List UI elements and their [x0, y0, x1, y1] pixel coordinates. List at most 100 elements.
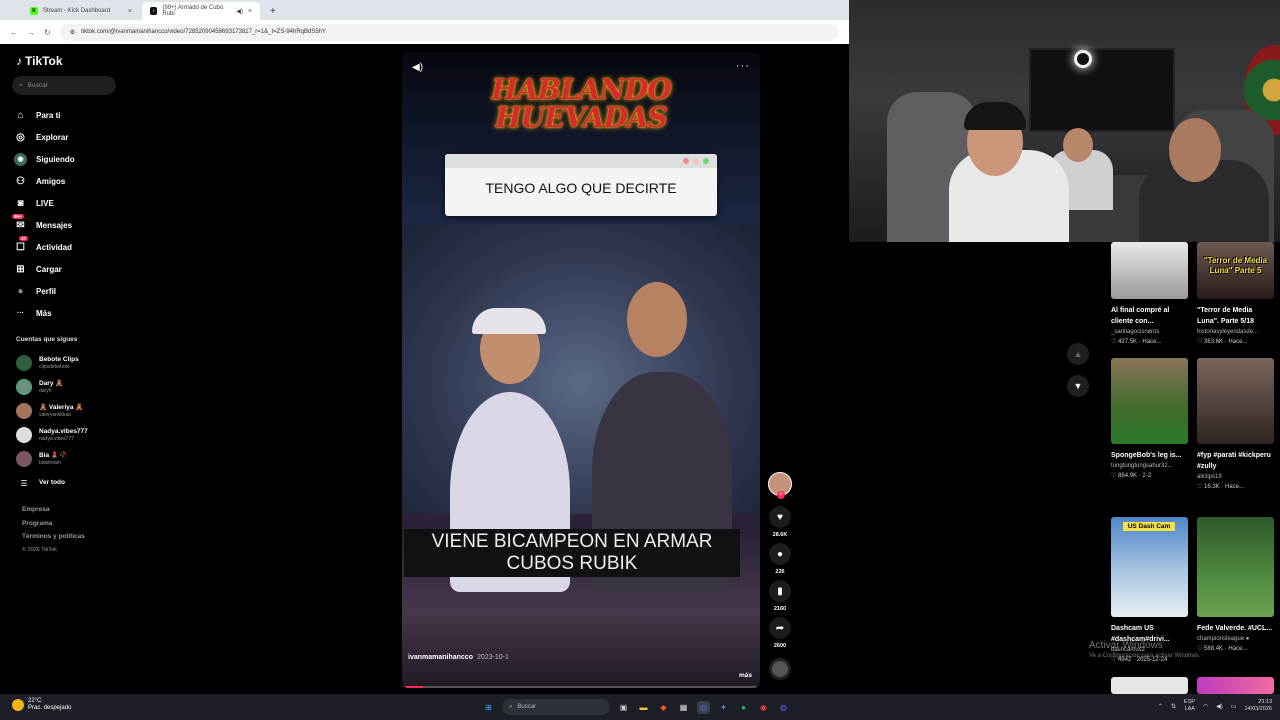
recommended-card[interactable]: Fede Valverde. #UCL... championsleague ●…	[1197, 517, 1274, 654]
battery-icon[interactable]: ▭	[1231, 703, 1237, 710]
more-options-icon[interactable]: ···	[736, 60, 750, 72]
reload-icon[interactable]: ↻	[44, 28, 51, 37]
windows-activation-watermark: Activar Windows Ve a Configuración para …	[1089, 640, 1201, 659]
following-account[interactable]: Bia 💄🥀 biastream	[16, 447, 88, 471]
teams-icon[interactable]: ✦	[717, 701, 730, 714]
site-info-icon[interactable]: ⚙	[70, 29, 75, 36]
webcam-person-left-hair	[964, 102, 1026, 130]
following-section-title: Cuentas que sigues	[16, 336, 78, 343]
tab-tiktok-video[interactable]: ♪ (99+) Armado de Cubo Rubi ◀) ×	[142, 2, 260, 20]
follow-plus-icon[interactable]: +	[777, 491, 785, 499]
search-icon: ⌕	[19, 81, 23, 89]
recommended-card[interactable]: SpongeBob's leg is... tungtungtungsahur3…	[1111, 358, 1188, 481]
taskbar-search[interactable]: ⌕ Buscar	[502, 699, 610, 715]
nav-para-ti[interactable]: ⌂ Para ti	[14, 104, 75, 126]
nav-perfil[interactable]: ● Perfil	[14, 280, 75, 302]
chevron-up-icon[interactable]: ⌃	[1158, 703, 1163, 710]
tab-kick-dashboard[interactable]: K Stream - Kick Dashboard ×	[22, 2, 140, 20]
thumbnail	[1197, 358, 1274, 444]
language-indicator[interactable]: ESP LAA	[1184, 699, 1195, 713]
share-icon: ➦	[775, 622, 785, 634]
store-icon[interactable]: ▦	[677, 701, 690, 714]
windows-start-icon[interactable]: ⊞	[482, 701, 495, 714]
video-progress-fill	[402, 686, 424, 688]
recommended-card[interactable]: Al final compré al cliente con... _santi…	[1111, 242, 1188, 347]
close-icon[interactable]: ×	[128, 8, 132, 15]
comment-button[interactable]: ●	[769, 543, 791, 565]
url-field[interactable]: ⚙ tiktok.com/@ivanmamanihancco/video/728…	[59, 23, 839, 41]
forward-icon[interactable]: →	[27, 28, 35, 37]
network-icon[interactable]: ⇅	[1171, 703, 1176, 710]
following-account[interactable]: Nadya.vibes777 nadya.vibes777	[16, 423, 88, 447]
recommended-card[interactable]: "Terror de Media Luna" Parte 5 "Terror d…	[1197, 242, 1274, 347]
next-video-button[interactable]: ▼	[1067, 375, 1089, 397]
url-text: tiktok.com/@ivanmamanihancco/video/72852…	[81, 29, 327, 35]
nav-mas[interactable]: ··· Más	[14, 302, 75, 324]
wifi-icon[interactable]: ◠	[1203, 703, 1208, 710]
video-player[interactable]: HABLANDO HUEVADAS TENGO ALGO QUE DECIRTE…	[402, 52, 760, 688]
nav-siguiendo[interactable]: ◉ Siguiendo	[14, 148, 75, 170]
more-description-button[interactable]: más	[739, 672, 752, 679]
video-actions: + ♥ 28.6K ● 226 ▮ 2160 ➦ 2600	[766, 472, 794, 680]
webcam-person-back-head	[1063, 128, 1093, 162]
footer-link[interactable]: Términos y políticas	[22, 530, 85, 544]
creator-avatar[interactable]: +	[768, 472, 792, 499]
volume-icon[interactable]: ◀)	[412, 62, 423, 73]
messages-badge: 99+	[12, 213, 24, 219]
avatar	[16, 427, 32, 443]
footer-link[interactable]: Empresa	[22, 503, 85, 517]
video-date: 2023-10-1	[476, 654, 509, 661]
following-account[interactable]: Bebote Clips clipsdebebote	[16, 351, 88, 375]
like-button[interactable]: ♥	[769, 506, 791, 528]
back-icon[interactable]: ←	[10, 28, 18, 37]
nav-amigos[interactable]: ⚇ Amigos	[14, 170, 75, 192]
footer-links: Empresa Programa Términos y políticas © …	[22, 503, 85, 557]
task-view-icon[interactable]: ▣	[617, 701, 630, 714]
file-explorer-icon[interactable]: ▬	[637, 701, 650, 714]
nav-cargar[interactable]: ⊞ Cargar	[14, 258, 75, 280]
spotify-icon[interactable]: ●	[737, 701, 750, 714]
volume-icon[interactable]: ◀)	[1216, 703, 1223, 710]
see-all-button[interactable]: ☰ Ver todo	[16, 471, 88, 495]
following-account[interactable]: 🧸 Valeriya 🧸 valeryankkkaa	[16, 399, 88, 423]
speaker-icon[interactable]: ◀)	[236, 8, 243, 15]
share-button[interactable]: ➦	[769, 617, 791, 639]
nav-explorar[interactable]: ◎ Explorar	[14, 126, 75, 148]
thumbnail: US Dash Cam	[1111, 517, 1188, 617]
avatar	[16, 355, 32, 371]
close-icon[interactable]: ×	[248, 8, 252, 15]
new-tab-button[interactable]: +	[262, 2, 284, 20]
tiktok-logo[interactable]: ♪ TikTok	[16, 54, 63, 68]
upload-icon: ⊞	[16, 263, 25, 275]
main-nav: ⌂ Para ti ◎ Explorar ◉ Siguiendo ⚇ Amigos ◙ L…	[12, 104, 75, 324]
previous-video-button[interactable]: ▲	[1067, 343, 1089, 365]
save-button[interactable]: ▮	[769, 580, 791, 602]
brave-icon[interactable]: ◆	[657, 701, 670, 714]
nav-actividad[interactable]: ☐ 47 Actividad	[14, 235, 75, 258]
weather-widget[interactable]: 22°C Prac. despejado	[12, 698, 71, 712]
recommended-card-partial[interactable]	[1197, 677, 1274, 694]
chrome-icon[interactable]: ◎	[697, 700, 710, 714]
obs-icon[interactable]: ◉	[757, 701, 770, 714]
recommended-card-partial[interactable]	[1111, 677, 1188, 694]
search-icon: ⌕	[509, 703, 513, 710]
nav-live[interactable]: ◙ LIVE	[14, 192, 75, 214]
weather-sun-icon	[12, 699, 24, 711]
following-account[interactable]: Dary 🧸 daryh	[16, 375, 88, 399]
taskbar-clock[interactable]: 23:13 14/03/2026	[1244, 699, 1272, 713]
nav-mensajes[interactable]: ✉ 99+ Mensajes	[12, 213, 75, 236]
recommended-card[interactable]: #fyp #parati #kickperu #zully aliclips19…	[1197, 358, 1274, 492]
discord-icon[interactable]: ◍	[777, 701, 790, 714]
tab-title: (99+) Armado de Cubo Rubi	[162, 5, 224, 17]
search-input[interactable]: ⌕ Buscar	[12, 76, 116, 95]
footer-link[interactable]: Programa	[22, 517, 85, 531]
video-progress-bar[interactable]	[402, 686, 760, 688]
sound-disc-icon[interactable]	[769, 658, 791, 680]
compass-icon: ◎	[16, 131, 25, 143]
video-author[interactable]: ivanmamanihancco 2023-10-1	[408, 654, 509, 661]
list-icon: ☰	[20, 478, 28, 488]
activity-badge: 47	[19, 235, 29, 241]
tiktok-sidebar: ♪ TikTok ⌕ Buscar ⌂ Para ti ◎ Explorar ◉ Si…	[0, 44, 130, 694]
messages-icon: ✉ 99+	[12, 213, 25, 231]
avatar	[16, 403, 32, 419]
